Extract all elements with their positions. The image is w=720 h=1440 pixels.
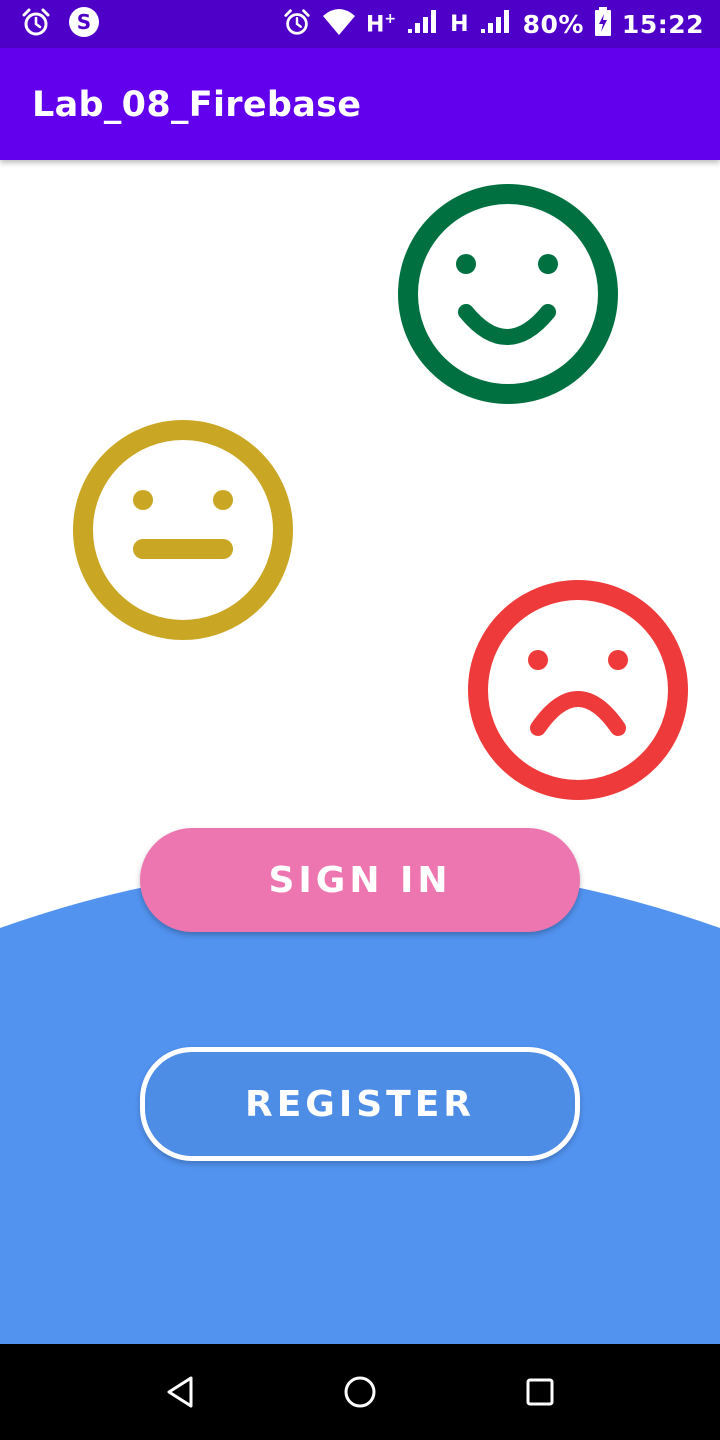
app-title: Lab_08_Firebase [32, 85, 362, 125]
network-type-label: H+ [366, 10, 397, 38]
battery-charging-icon [594, 6, 612, 42]
register-button[interactable]: REGISTER [140, 1047, 580, 1161]
happy-face-icon [398, 184, 618, 404]
network-type-label-2: H [450, 11, 469, 37]
sign-in-button[interactable]: SIGN IN [140, 828, 580, 932]
svg-text:S: S [77, 10, 91, 34]
wifi-icon [322, 8, 356, 41]
recents-icon [526, 1378, 554, 1406]
status-bar: S H+ H 80% 15:22 [0, 0, 720, 48]
signal-icon [406, 9, 440, 40]
nav-recents-button[interactable] [518, 1370, 562, 1414]
back-icon [167, 1376, 193, 1408]
sad-face-icon [468, 580, 688, 800]
s-app-icon: S [68, 6, 100, 43]
nav-back-button[interactable] [158, 1370, 202, 1414]
clock: 15:22 [621, 9, 704, 39]
status-right-group: H+ H 80% 15:22 [282, 6, 704, 42]
nav-home-button[interactable] [338, 1370, 382, 1414]
navigation-bar [0, 1344, 720, 1440]
app-bar: Lab_08_Firebase [0, 48, 720, 160]
battery-percent: 80% [522, 9, 584, 39]
alarm-icon [20, 6, 52, 43]
neutral-face-icon [73, 420, 293, 640]
home-icon [344, 1376, 376, 1408]
status-left-icons: S [20, 6, 100, 42]
alarm-icon [282, 7, 312, 42]
signal-icon [479, 9, 513, 40]
